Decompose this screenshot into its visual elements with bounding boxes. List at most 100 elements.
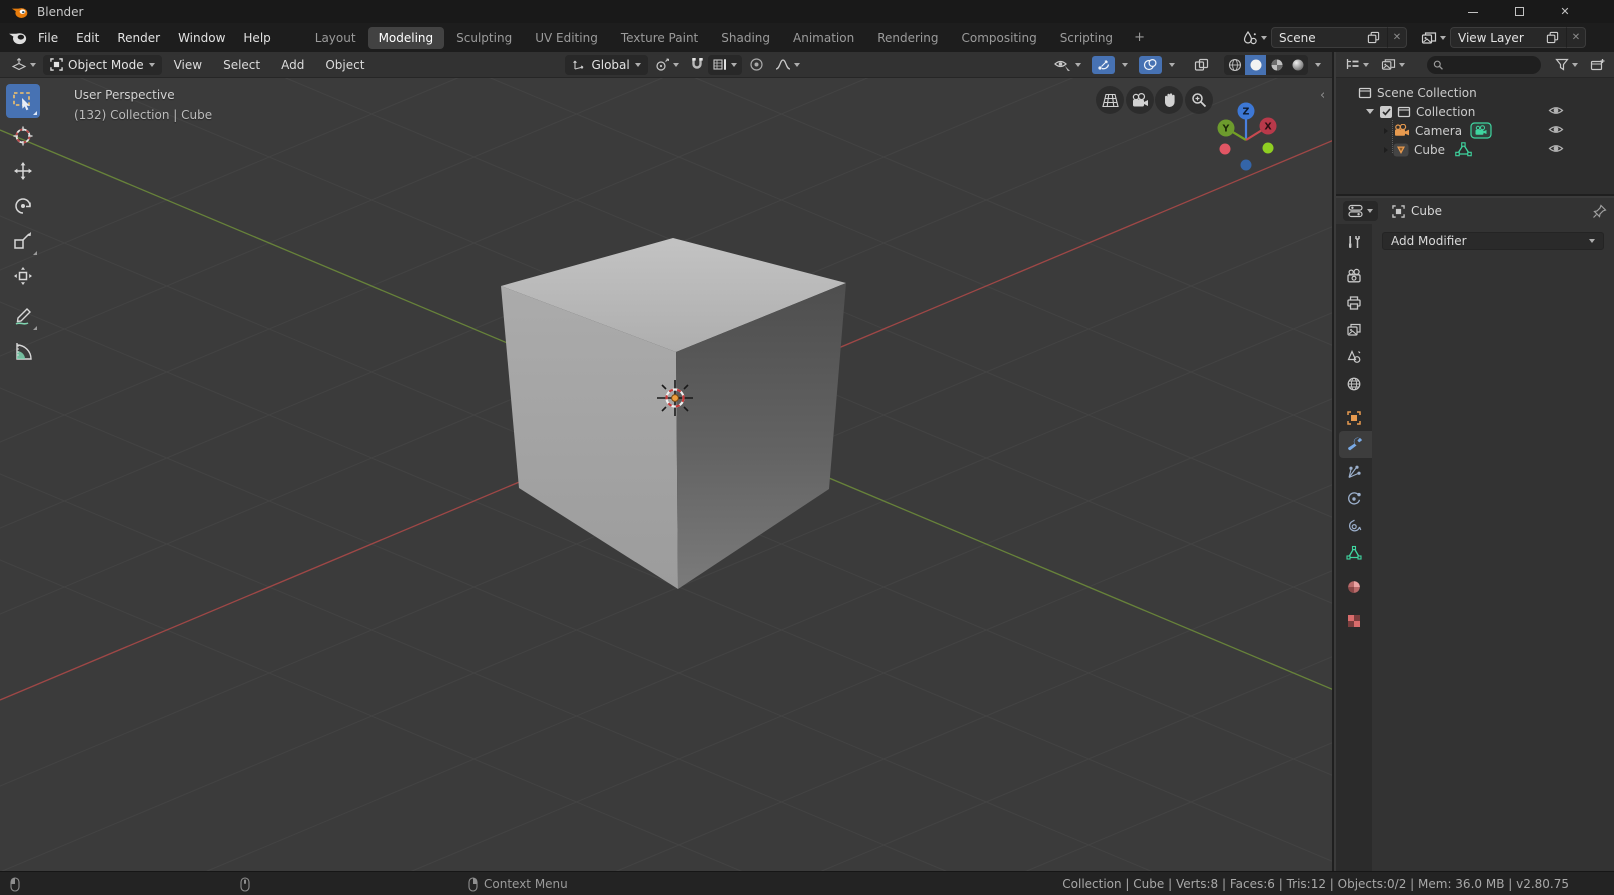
viewport-menu-add[interactable]: Add [272,55,313,75]
unlink-scene-button[interactable]: ✕ [1387,27,1407,48]
tab-scene[interactable] [1336,343,1372,370]
tool-measure[interactable] [6,334,40,368]
hide-in-viewport-toggle[interactable] [1548,142,1564,155]
outliner-search-box[interactable] [1427,56,1541,74]
tool-annotate[interactable] [6,299,40,333]
cube-object[interactable] [501,238,846,589]
tab-particles[interactable] [1336,458,1372,485]
show-overlays-toggle[interactable] [1139,56,1162,74]
transform-orientation-selector[interactable]: Global [565,55,647,75]
outliner-row-camera[interactable]: Camera [1336,121,1614,140]
tab-texture[interactable] [1336,607,1372,634]
minimize-button[interactable] [1450,0,1496,23]
tool-move[interactable] [6,154,40,188]
new-view-layer-copy-icon[interactable] [1546,31,1559,44]
tab-tool[interactable] [1336,228,1372,255]
hide-in-viewport-toggle[interactable] [1548,104,1564,117]
shading-rendered-button[interactable] [1287,55,1308,75]
search-input[interactable] [1447,58,1535,72]
tab-modeling[interactable]: Modeling [368,27,445,49]
tab-world[interactable] [1336,370,1372,397]
blender-menu-icon[interactable] [8,30,27,45]
region-overlap-arrow[interactable]: ‹ [1320,88,1325,103]
tab-sculpting[interactable]: Sculpting [445,27,523,49]
axis-minus-x-ball[interactable] [1220,144,1231,155]
collection-checkbox[interactable] [1380,106,1392,118]
menu-file[interactable]: File [29,27,67,49]
tool-select-box[interactable] [6,84,40,118]
tab-constraints[interactable] [1336,512,1372,539]
mode-selector[interactable]: Object Mode [43,55,162,75]
scene-name-field[interactable]: Scene [1271,27,1387,48]
tool-rotate[interactable] [6,189,40,223]
shading-material-button[interactable] [1266,55,1287,75]
shading-dropdown[interactable] [1311,61,1325,69]
snap-with-selector[interactable] [708,55,742,75]
tab-object-data[interactable] [1336,539,1372,566]
outliner-display-mode-selector[interactable] [1341,56,1373,73]
mesh-data-badge[interactable] [1455,142,1472,157]
xray-toggle[interactable] [1190,56,1213,74]
tab-scripting[interactable]: Scripting [1049,27,1124,49]
tab-modifiers[interactable] [1339,431,1372,458]
viewport-canvas[interactable]: User Perspective (132) Collection | Cube [0,78,1332,871]
tab-layout[interactable]: Layout [304,27,367,49]
shading-wireframe-button[interactable] [1224,55,1245,75]
tab-animation[interactable]: Animation [782,27,865,49]
tab-shading[interactable]: Shading [710,27,781,49]
overlays-dropdown[interactable] [1165,61,1179,69]
camera-data-badge[interactable] [1470,122,1492,139]
tab-output[interactable] [1336,289,1372,316]
navigation-gizmo[interactable]: X Y Z [1206,90,1292,176]
expand-arrow-icon[interactable] [1384,128,1388,134]
outliner-row-collection[interactable]: Collection [1336,102,1614,121]
tab-material[interactable] [1336,573,1372,600]
new-collection-button[interactable] [1586,56,1609,74]
viewport-menu-object[interactable]: Object [316,55,373,75]
shading-solid-button[interactable] [1245,55,1266,75]
menu-help[interactable]: Help [234,27,279,49]
close-button[interactable]: ✕ [1542,0,1588,23]
axis-x-ball[interactable]: X [1260,118,1277,135]
menu-render[interactable]: Render [108,27,169,49]
tab-physics[interactable] [1336,485,1372,512]
outliner-row-cube[interactable]: Cube [1336,140,1614,159]
tool-cursor[interactable] [6,119,40,153]
pivot-point-selector[interactable] [651,56,683,74]
show-gizmo-toggle[interactable] [1092,56,1115,74]
tab-view-layer[interactable] [1336,316,1372,343]
outliner-filter-button[interactable] [1551,56,1582,73]
tool-transform[interactable] [6,259,40,293]
axis-minus-y-ball[interactable] [1263,143,1274,154]
maximize-button[interactable] [1496,0,1542,23]
tab-texture-paint[interactable]: Texture Paint [610,27,709,49]
expand-arrow-icon[interactable] [1384,147,1388,153]
tab-rendering[interactable]: Rendering [866,27,949,49]
browse-scene-button[interactable] [1238,31,1271,45]
properties-editor-type-button[interactable] [1343,201,1378,221]
remove-view-layer-button[interactable]: ✕ [1566,27,1586,48]
tab-render[interactable] [1336,262,1372,289]
add-modifier-dropdown[interactable]: Add Modifier [1382,232,1604,250]
pan-view-button[interactable] [1155,86,1183,114]
view-layer-name-field[interactable]: View Layer [1450,27,1566,48]
axis-z-ball[interactable]: Z [1238,103,1255,120]
add-workspace-button[interactable]: + [1125,26,1154,49]
browse-view-layer-button[interactable] [1417,31,1450,45]
new-scene-copy-icon[interactable] [1367,31,1380,44]
viewport-menu-view[interactable]: View [165,55,211,75]
tab-compositing[interactable]: Compositing [950,27,1047,49]
tab-uv-editing[interactable]: UV Editing [524,27,609,49]
pin-id-button[interactable] [1592,204,1607,219]
gizmo-dropdown[interactable] [1118,61,1132,69]
object-visibility-selector[interactable] [1050,56,1085,74]
tab-object[interactable] [1336,404,1372,431]
proportional-falloff-selector[interactable] [771,56,804,73]
proportional-editing-toggle[interactable] [745,55,768,74]
viewport-menu-select[interactable]: Select [214,55,269,75]
editor-type-button[interactable] [7,55,40,74]
toggle-grid-button[interactable] [1096,86,1124,114]
hide-in-viewport-toggle[interactable] [1548,123,1564,136]
menu-edit[interactable]: Edit [67,27,108,49]
camera-view-button[interactable] [1126,86,1154,114]
